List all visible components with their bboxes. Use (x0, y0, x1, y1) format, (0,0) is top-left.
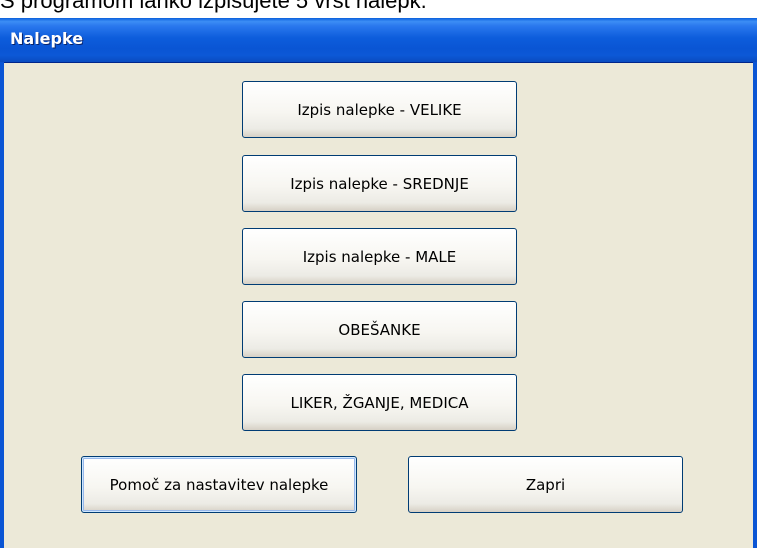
background-caption-text: S programom lahko izpisujete 5 vrst nale… (0, 0, 427, 13)
liquor-brandy-mead-button[interactable]: LIKER, ŽGANJE, MEDICA (242, 374, 517, 431)
print-labels-large-label: Izpis nalepke - VELIKE (297, 100, 462, 119)
print-labels-small-button[interactable]: Izpis nalepke - MALE (242, 228, 517, 285)
close-button[interactable]: Zapri (408, 456, 683, 513)
window-border-left (0, 62, 4, 548)
title-bar[interactable]: Nalepke (0, 18, 757, 63)
print-labels-medium-button[interactable]: Izpis nalepke - SREDNJE (242, 155, 517, 212)
label-setup-help-button[interactable]: Pomoč za nastavitev nalepke (81, 456, 357, 513)
hanging-tags-button[interactable]: OBEŠANKE (242, 301, 517, 358)
window-border-right (753, 62, 757, 548)
hanging-tags-label: OBEŠANKE (338, 320, 421, 339)
liquor-brandy-mead-label: LIKER, ŽGANJE, MEDICA (290, 393, 469, 412)
print-labels-large-button[interactable]: Izpis nalepke - VELIKE (242, 81, 517, 138)
nalepke-dialog: Nalepke Izpis nalepke - VELIKE Izpis nal… (0, 18, 757, 548)
close-label: Zapri (525, 475, 566, 494)
print-labels-medium-label: Izpis nalepke - SREDNJE (290, 174, 469, 193)
label-setup-help-label: Pomoč za nastavitev nalepke (109, 475, 329, 494)
print-labels-small-label: Izpis nalepke - MALE (302, 247, 457, 266)
window-title: Nalepke (10, 29, 84, 48)
